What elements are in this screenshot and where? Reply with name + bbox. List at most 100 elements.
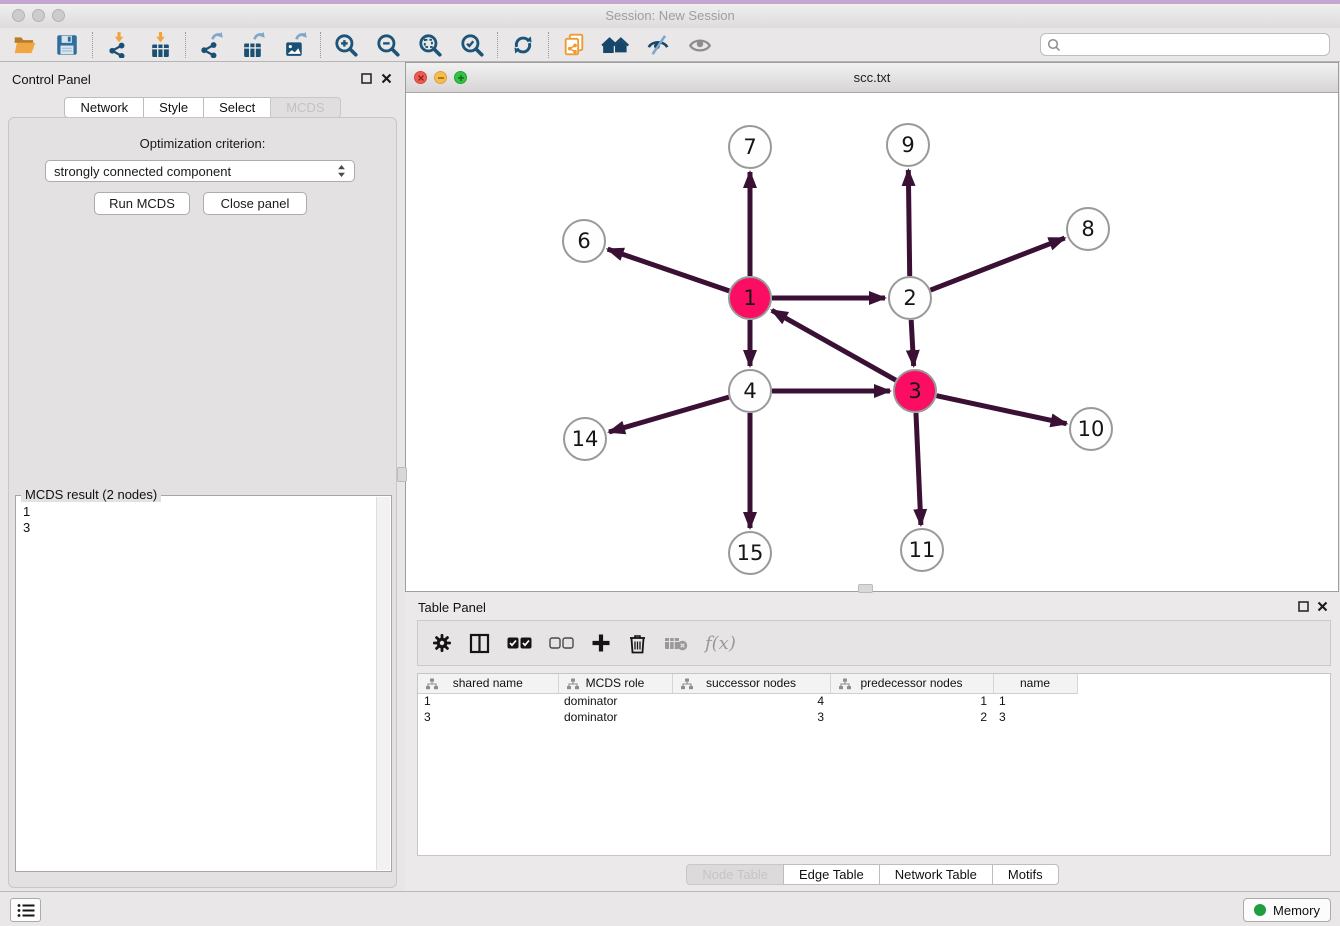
float-panel-button[interactable] [359, 71, 373, 85]
refresh-network-button[interactable] [502, 30, 544, 60]
node-label-15: 15 [737, 541, 764, 565]
control-panel-title: Control Panel [12, 72, 91, 87]
save-session-button[interactable] [46, 30, 88, 60]
tab-style[interactable]: Style [143, 97, 204, 118]
cell-name[interactable]: 3 [993, 709, 1077, 725]
run-mcds-button[interactable]: Run MCDS [94, 192, 190, 215]
cell-MCDS-role[interactable]: dominator [558, 709, 672, 725]
clone-network-button[interactable] [553, 30, 595, 60]
export-table-button[interactable] [232, 30, 274, 60]
node-label-8: 8 [1081, 217, 1094, 241]
network-view-window: scc.txt 1234678910111415 [405, 62, 1339, 592]
mcds-result-list[interactable]: 13 [17, 500, 375, 869]
tab-mcds[interactable]: MCDS [270, 97, 340, 118]
reset-view-button[interactable] [595, 30, 637, 60]
zoom-out-button[interactable] [367, 30, 409, 60]
close-panel-button-bottom[interactable]: Close panel [203, 192, 307, 215]
edge-1-6[interactable] [608, 249, 730, 291]
column-header-filler [1077, 674, 1330, 693]
search-input[interactable] [1061, 38, 1323, 52]
tab-network[interactable]: Network [64, 97, 144, 118]
add-row-button[interactable] [591, 633, 611, 653]
zoom-selected-button[interactable] [451, 30, 493, 60]
cell-name[interactable]: 1 [993, 693, 1077, 709]
result-scrollbar[interactable] [376, 497, 390, 870]
table-row[interactable]: 3dominator323 [418, 709, 1330, 725]
eye-slash-icon [645, 32, 671, 58]
tab-motifs[interactable]: Motifs [992, 864, 1059, 885]
node-label-7: 7 [743, 135, 756, 159]
float-table-panel-button[interactable] [1296, 599, 1310, 613]
node-label-6: 6 [577, 229, 590, 253]
open-session-button[interactable] [4, 30, 46, 60]
cell-shared-name[interactable]: 1 [418, 693, 558, 709]
zoom-in-button[interactable] [325, 30, 367, 60]
column-header-MCDS-role[interactable]: MCDS role [558, 674, 672, 693]
cell-successor-nodes[interactable]: 3 [672, 709, 830, 725]
import-network-icon [105, 31, 132, 58]
edge-3-10[interactable] [937, 396, 1067, 424]
deselect-all-button[interactable] [549, 637, 574, 649]
cell-MCDS-role[interactable]: dominator [558, 693, 672, 709]
close-icon [381, 73, 392, 84]
result-item[interactable]: 3 [23, 520, 369, 536]
edge-2-3[interactable] [911, 320, 913, 366]
network-graph-canvas[interactable]: 1234678910111415 [406, 93, 1338, 591]
memory-label: Memory [1273, 903, 1320, 918]
close-table-panel-button[interactable] [1315, 599, 1329, 613]
float-window-icon [1298, 601, 1309, 612]
column-label: shared name [453, 676, 523, 690]
import-network-button[interactable] [97, 30, 139, 60]
import-table-button[interactable] [139, 30, 181, 60]
delete-table-icon [664, 635, 688, 651]
gear-icon [432, 633, 452, 653]
result-item[interactable]: 1 [23, 504, 369, 520]
edge-3-11[interactable] [916, 413, 921, 525]
cell-successor-nodes[interactable]: 4 [672, 693, 830, 709]
edge-3-1[interactable] [772, 310, 896, 380]
export-image-button[interactable] [274, 30, 316, 60]
columns-icon [469, 633, 490, 654]
edge-4-14[interactable] [609, 397, 729, 432]
delete-row-button[interactable] [628, 633, 647, 654]
table-panel-title: Table Panel [418, 600, 486, 615]
table-settings-button[interactable] [432, 633, 452, 653]
export-network-button[interactable] [190, 30, 232, 60]
tab-node-table[interactable]: Node Table [686, 864, 784, 885]
hide-graphics-details-button[interactable] [637, 30, 679, 60]
delete-table-button[interactable] [664, 635, 688, 651]
optimization-criterion-select[interactable]: strongly connected component [45, 160, 355, 182]
node-label-11: 11 [909, 538, 936, 562]
node-label-1: 1 [743, 286, 756, 310]
column-label: predecessor nodes [860, 676, 962, 690]
close-icon [1317, 601, 1328, 612]
show-column-button[interactable] [469, 633, 490, 654]
vertical-divider-handle[interactable] [397, 467, 407, 482]
tab-network-table[interactable]: Network Table [879, 864, 993, 885]
clone-network-icon [561, 31, 588, 58]
cell-predecessor-nodes[interactable]: 1 [830, 693, 993, 709]
horizontal-divider-handle[interactable] [858, 584, 873, 593]
cell-shared-name[interactable]: 3 [418, 709, 558, 725]
cell-predecessor-nodes[interactable]: 2 [830, 709, 993, 725]
status-bar: Memory [0, 891, 1340, 926]
memory-button[interactable]: Memory [1243, 898, 1331, 922]
window-title: Session: New Session [0, 8, 1340, 23]
node-label-9: 9 [901, 133, 914, 157]
table-row[interactable]: 1dominator411 [418, 693, 1330, 709]
edge-2-8[interactable] [931, 238, 1065, 290]
select-all-button[interactable] [507, 637, 532, 649]
zoom-fit-button[interactable] [409, 30, 451, 60]
column-header-name[interactable]: name [993, 674, 1077, 693]
column-header-shared-name[interactable]: shared name [418, 674, 558, 693]
show-graphics-details-button[interactable] [679, 30, 721, 60]
function-builder-button[interactable]: f(x) [705, 633, 736, 654]
edge-2-9[interactable] [908, 170, 909, 276]
task-history-button[interactable] [10, 898, 41, 922]
column-header-successor-nodes[interactable]: successor nodes [672, 674, 830, 693]
tab-select[interactable]: Select [203, 97, 271, 118]
double-home-icon [601, 32, 631, 58]
tab-edge-table[interactable]: Edge Table [783, 864, 880, 885]
column-header-predecessor-nodes[interactable]: predecessor nodes [830, 674, 993, 693]
close-panel-button[interactable] [379, 71, 393, 85]
